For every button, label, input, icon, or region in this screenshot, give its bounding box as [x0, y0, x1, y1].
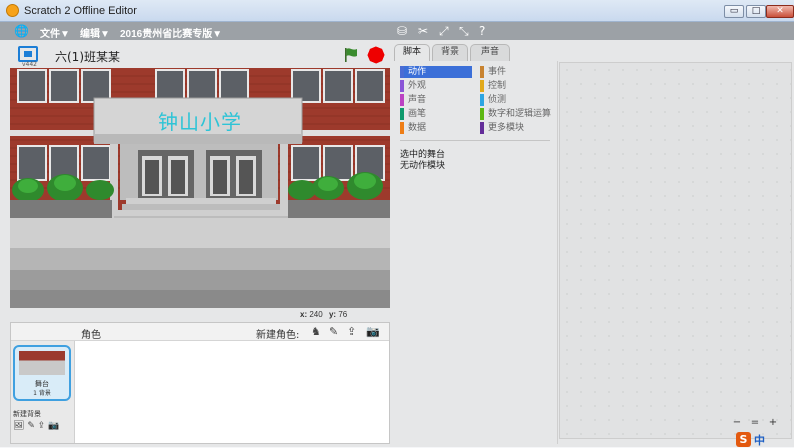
zoom-reset-button[interactable]: =: [748, 416, 762, 430]
title-bar: Scratch 2 Offline Editor ▭ □ ✕: [0, 0, 794, 22]
category-data[interactable]: 数据: [400, 122, 472, 134]
category-label: 数据: [408, 123, 427, 133]
brand-s-logo: S: [736, 432, 751, 447]
stage-thumbnail-image: [19, 351, 65, 375]
brand-logo: S 中: [736, 432, 794, 447]
x-label: x:: [300, 310, 308, 319]
version-label: v442: [22, 61, 38, 68]
category-pen[interactable]: 画笔: [400, 108, 472, 120]
sprite-panel: 角色 新建角色: ♞ ✎ ⇪ 📷 舞台 1 背景 新建背景 🖼 ✎ ⇪ 📷: [10, 322, 390, 444]
category-swatch: [480, 108, 484, 120]
paint-sprite-icon[interactable]: ✎: [329, 325, 338, 338]
backdrop-library-icon[interactable]: 🖼: [13, 421, 24, 431]
project-name[interactable]: 六(1)班某某: [55, 48, 120, 65]
brand-text: 中: [754, 434, 765, 447]
camera-backdrop-icon[interactable]: 📷: [48, 421, 59, 431]
grow-icon[interactable]: ⤢: [439, 24, 449, 39]
shrink-icon[interactable]: ⤡: [459, 24, 469, 39]
upload-sprite-icon[interactable]: ⇪: [347, 325, 356, 338]
mouse-coordinates: x: 240 y: 76: [300, 310, 347, 319]
category-swatch: [480, 122, 484, 134]
camera-sprite-icon[interactable]: 📷: [366, 325, 380, 338]
new-sprite-label: 新建角色:: [256, 330, 300, 341]
no-motion-blocks-text: 无动作模块: [400, 161, 446, 171]
menu-file[interactable]: 文件▼: [40, 25, 70, 40]
stage[interactable]: 钟山小学: [10, 68, 390, 308]
category-label: 声音: [408, 95, 427, 105]
category-swatch: [400, 80, 404, 92]
category-more-blocks[interactable]: 更多模块: [480, 122, 556, 134]
school-backdrop: [10, 68, 390, 308]
category-events[interactable]: 事件: [480, 66, 556, 78]
zoom-controls: − = +: [730, 416, 782, 432]
new-backdrop-label: 新建背景: [13, 410, 41, 418]
window-title: Scratch 2 Offline Editor: [24, 5, 137, 17]
tab-sounds[interactable]: 声音: [470, 44, 510, 61]
category-control[interactable]: 控制: [480, 80, 556, 92]
globe-icon[interactable]: 🌐: [14, 24, 29, 38]
category-label: 更多模块: [488, 123, 525, 133]
category-label: 事件: [488, 67, 507, 77]
y-value: 76: [338, 310, 348, 319]
zoom-in-button[interactable]: +: [766, 416, 780, 430]
y-label: y:: [328, 310, 337, 319]
green-flag-icon[interactable]: [343, 47, 359, 63]
category-swatch: [480, 80, 484, 92]
category-swatch: [400, 94, 404, 106]
category-label: 控制: [488, 81, 507, 91]
menu-project-edition[interactable]: 2016贵州省比赛专版▼: [120, 25, 222, 40]
x-value: 240: [309, 310, 323, 319]
category-swatch: [400, 108, 404, 120]
category-label: 外观: [408, 81, 427, 91]
scratch-app-icon: [6, 4, 19, 17]
category-swatch: [480, 66, 484, 78]
category-label: 动作: [408, 67, 427, 77]
menu-edit[interactable]: 编辑▼: [80, 25, 110, 40]
stage-backdrop-count: 1 背景: [33, 390, 51, 397]
palette-divider: [400, 140, 550, 141]
school-name-sign: 钟山小学: [158, 110, 242, 134]
backdrop-tools: 🖼 ✎ ⇪ 📷: [13, 421, 59, 431]
minimize-button[interactable]: ▭: [724, 5, 744, 18]
category-label: 侦测: [488, 95, 507, 105]
stop-icon[interactable]: [366, 45, 387, 66]
presentation-mode-icon[interactable]: [18, 46, 38, 62]
close-button[interactable]: ✕: [766, 5, 794, 18]
category-looks[interactable]: 外观: [400, 80, 472, 92]
stage-header: v442 六(1)班某某: [10, 44, 390, 68]
category-sound[interactable]: 声音: [400, 94, 472, 106]
editor-tabs: 脚本 背景 声音: [394, 44, 794, 61]
category-sensing[interactable]: 侦测: [480, 94, 556, 106]
zoom-out-button[interactable]: −: [730, 416, 744, 430]
sprites-label: 角色: [81, 330, 101, 341]
category-motion[interactable]: 动作: [400, 66, 472, 78]
category-label: 画笔: [408, 109, 427, 119]
stage-thumbnail-column: 舞台 1 背景 新建背景 🖼 ✎ ⇪ 📷: [11, 341, 75, 443]
delete-icon[interactable]: ✂: [418, 24, 428, 38]
menu-bar: 🌐 文件▼ 编辑▼ 2016贵州省比赛专版▼ ⛁ ✂ ⤢ ⤡ ?: [0, 22, 794, 40]
paint-backdrop-icon[interactable]: ✎: [27, 421, 35, 431]
category-swatch: [400, 122, 404, 134]
category-operators[interactable]: 数字和逻辑运算: [480, 108, 556, 120]
stage-thumbnail[interactable]: 舞台 1 背景: [13, 345, 71, 401]
scripts-area[interactable]: [559, 62, 792, 439]
help-icon[interactable]: ?: [479, 24, 485, 38]
duplicate-icon[interactable]: ⛁: [397, 24, 407, 38]
category-swatch: [480, 94, 484, 106]
upload-backdrop-icon[interactable]: ⇪: [38, 421, 46, 431]
block-palette: 动作 外观 声音 画笔 数据 事件 控制 侦测 数字和逻辑运算 更多模块 选中的…: [396, 61, 558, 444]
category-swatch: [400, 66, 404, 78]
tab-scripts[interactable]: 脚本: [394, 44, 430, 61]
category-label: 数字和逻辑运算: [488, 109, 552, 119]
tab-backdrops[interactable]: 背景: [432, 44, 468, 61]
sprite-panel-header: 角色 新建角色: ♞ ✎ ⇪ 📷: [11, 323, 389, 341]
maximize-button[interactable]: □: [746, 5, 766, 18]
choose-sprite-library-icon[interactable]: ♞: [311, 325, 321, 338]
